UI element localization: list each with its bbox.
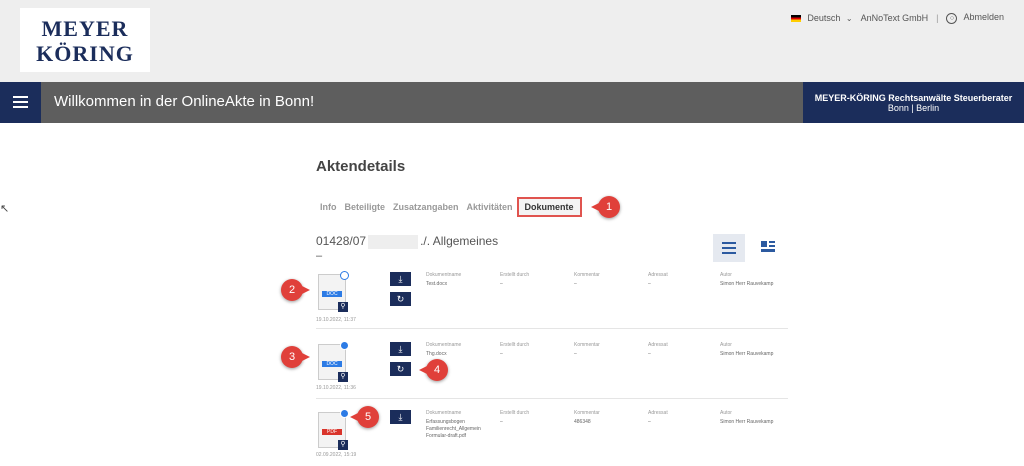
zoom-icon[interactable]: ⚲	[338, 302, 348, 312]
tab-beteiligte[interactable]: Beteiligte	[341, 197, 390, 217]
col-name: Dokumentname Thg.docx	[426, 342, 462, 358]
logo-line-1: MEYER	[41, 16, 129, 41]
select-radio[interactable]	[340, 271, 349, 280]
callout-2: 2	[281, 279, 310, 301]
col-name: Dokumentname Test.docx	[426, 272, 462, 288]
tab-dokumente[interactable]: Dokumente	[516, 197, 582, 217]
org-name: AnNoText GmbH	[860, 13, 929, 23]
download-button[interactable]: ⤓	[390, 272, 411, 286]
select-radio[interactable]	[340, 341, 349, 350]
download-button[interactable]: ⤓	[390, 342, 411, 356]
document-date: 02.09.2022, 15:19	[316, 452, 357, 458]
firm-locations: Bonn | Berlin	[887, 103, 940, 113]
detail-view-button[interactable]	[752, 234, 784, 262]
callout-4: 4	[419, 359, 448, 381]
document-thumbnail[interactable]: DOC ⚲	[318, 271, 349, 312]
col-author: Autor Simon Herr Rauvekamp	[720, 272, 774, 287]
document-name[interactable]: Thg.docx	[426, 351, 461, 358]
col-author: Autor Simon Herr Rauvekamp	[720, 342, 774, 357]
german-flag-icon	[790, 15, 801, 23]
document-date: 19.10.2022, 11:36	[316, 385, 356, 391]
col-addressee: Adressat –	[648, 342, 668, 357]
document-row: DOC ⚲ 19.10.2022, 11:36 ⤓ ↻ Dokumentname…	[316, 340, 788, 399]
welcome-text: Willkommen in der OnlineAkte in Bonn!	[54, 93, 315, 110]
col-comment: Kommentar –	[574, 342, 600, 357]
redacted-block	[368, 234, 419, 249]
callout-3: 3	[281, 346, 310, 368]
logo-line-2: KÖRING	[36, 41, 134, 66]
logout-link[interactable]: ○ Abmelden	[946, 12, 1004, 24]
document-row: DOC ⚲ 19.10.2022, 11:37 ⤓ ↻ Dokumentname…	[316, 270, 788, 329]
case-subject: ./. Allgemeines	[420, 234, 499, 248]
document-thumbnail[interactable]: DOC ⚲	[318, 341, 349, 382]
document-row: PDF ⚲ 02.09.2022, 15:19 ⤓ Dokumentname Er…	[316, 408, 788, 466]
col-created: Erstellt durch –	[500, 272, 530, 287]
col-addressee: Adressat –	[648, 272, 668, 287]
download-button[interactable]: ⤓	[390, 410, 411, 424]
case-dash: –	[316, 250, 323, 262]
meyer-koering-logo[interactable]: MEYER KÖRING	[20, 8, 150, 72]
callout-1: 1	[591, 196, 620, 218]
zoom-icon[interactable]: ⚲	[338, 440, 348, 450]
callout-5: 5	[350, 406, 379, 428]
case-number: 01428/07	[316, 234, 367, 248]
list-view-button[interactable]	[713, 234, 745, 262]
user-icon: ○	[946, 13, 958, 24]
col-name: Dokumentname Erfassungsbogen Familienrech…	[426, 410, 488, 440]
top-nav: Deutsch ⌄ AnNoText GmbH | ○ Abmelden	[790, 12, 1004, 24]
select-radio[interactable]	[340, 409, 349, 418]
tab-zusatzangaben[interactable]: Zusatzangaben	[389, 197, 463, 217]
firm-box: MEYER-KÖRING Rechtsanwälte Steuerberater…	[803, 82, 1024, 123]
doc-type-tag: DOC	[322, 361, 342, 367]
col-author: Autor Simon Herr Rauvekamp	[720, 410, 774, 425]
mouse-cursor-icon: ↖	[0, 203, 10, 215]
doc-type-tag: PDF	[322, 429, 342, 435]
col-created: Erstellt durch –	[500, 410, 530, 425]
document-thumbnail[interactable]: PDF ⚲	[318, 409, 349, 450]
logout-label: Abmelden	[963, 12, 1004, 22]
document-name[interactable]: Test.docx	[426, 281, 461, 288]
tab-bar: Info Beteiligte Zusatzangaben Aktivitäte…	[316, 197, 582, 217]
document-name[interactable]: Erfassungsbogen Familienrecht_Allgemein …	[426, 419, 488, 440]
col-comment: Kommentar 486348	[574, 410, 600, 425]
chevron-down-icon: ⌄	[845, 14, 853, 23]
zoom-icon[interactable]: ⚲	[338, 372, 348, 382]
col-created: Erstellt durch –	[500, 342, 530, 357]
language-selector[interactable]: Deutsch ⌄	[790, 13, 853, 23]
firm-name: MEYER-KÖRING Rechtsanwälte Steuerberater	[814, 93, 1013, 103]
tab-info[interactable]: Info	[316, 197, 341, 217]
top-bar: MEYER KÖRING Deutsch ⌄ AnNoText GmbH | ○…	[0, 0, 1024, 82]
tab-aktivitaeten[interactable]: Aktivitäten	[463, 197, 517, 217]
case-title: 01428/07 ./. Allgemeines	[316, 234, 498, 249]
language-label: Deutsch	[807, 13, 841, 23]
separator: |	[936, 13, 939, 23]
refresh-button[interactable]: ↻	[390, 292, 411, 306]
nav-bar: Willkommen in der OnlineAkte in Bonn! ME…	[0, 82, 1024, 123]
menu-icon[interactable]	[0, 82, 41, 123]
doc-type-tag: DOC	[322, 291, 342, 297]
page-title: Aktendetails	[316, 158, 406, 175]
col-addressee: Adressat –	[648, 410, 668, 425]
refresh-button[interactable]: ↻	[390, 362, 411, 376]
document-date: 19.10.2022, 11:37	[316, 317, 356, 323]
col-comment: Kommentar –	[574, 272, 600, 287]
